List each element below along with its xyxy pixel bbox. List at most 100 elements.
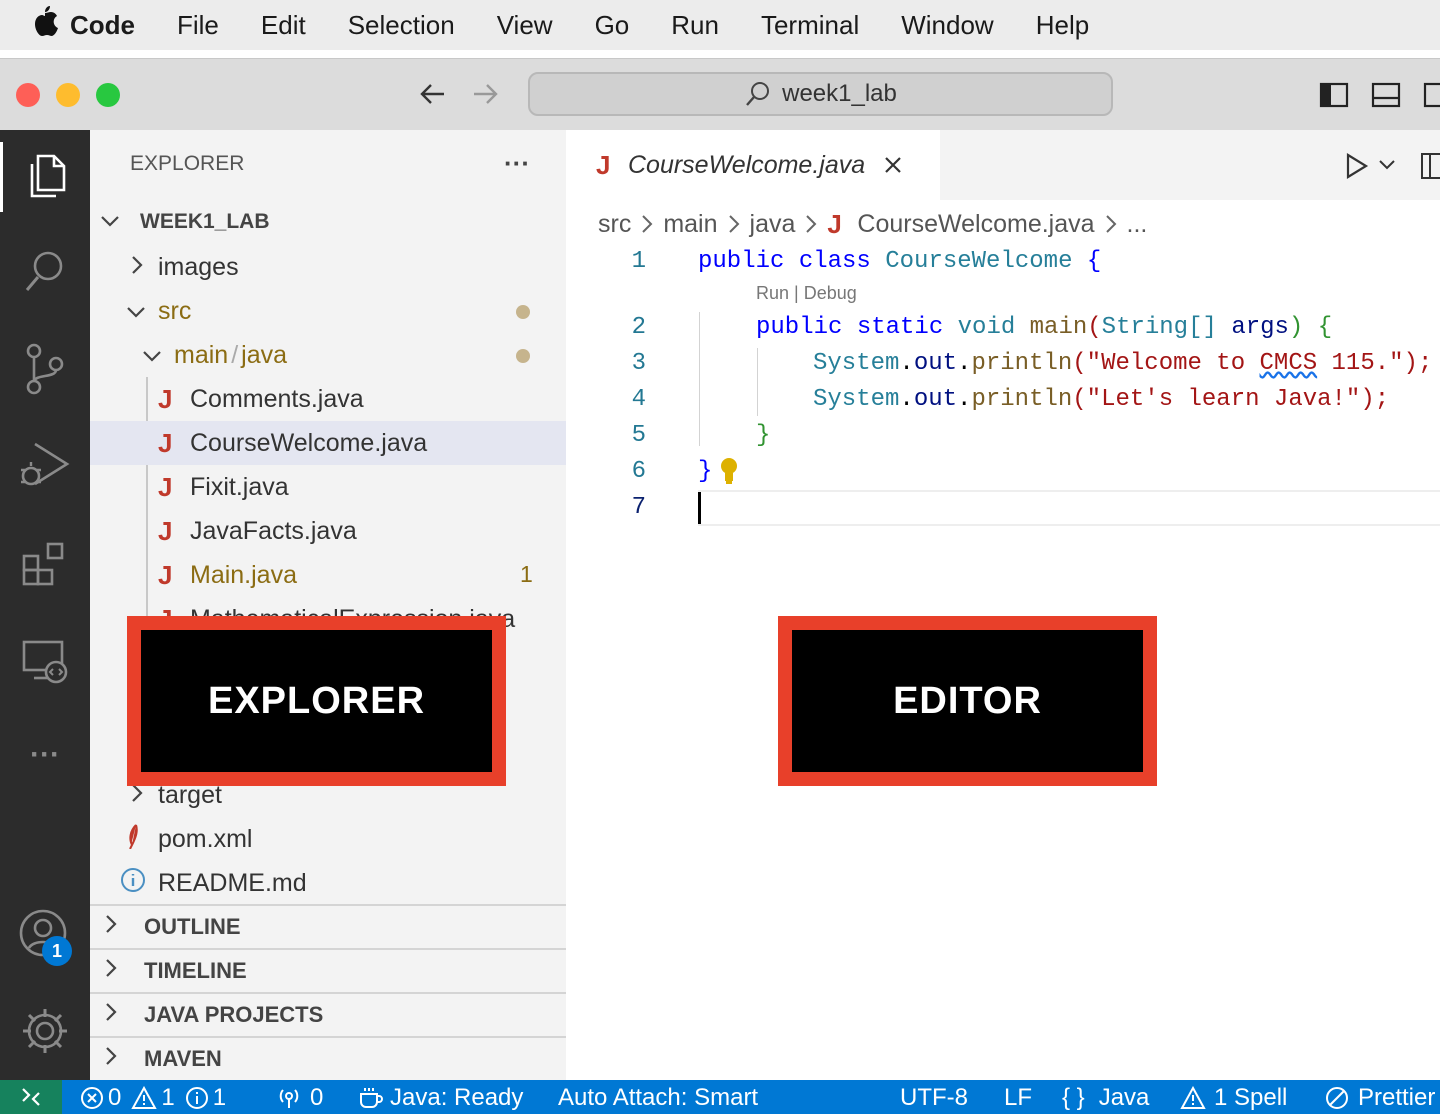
ports-count: 0 bbox=[310, 1084, 324, 1111]
command-center[interactable]: week1_lab bbox=[528, 72, 1113, 116]
more-views-icon[interactable]: ··· bbox=[0, 720, 90, 790]
ports-indicator[interactable]: 0 bbox=[276, 1084, 323, 1112]
remote-explorer-icon[interactable] bbox=[0, 626, 90, 696]
auto-attach-status[interactable]: Auto Attach: Smart bbox=[558, 1084, 758, 1112]
encoding-status[interactable]: UTF-8 bbox=[900, 1084, 968, 1112]
workspace-root[interactable]: WEEK1_LAB bbox=[90, 200, 566, 244]
breadcrumb-file[interactable]: CourseWelcome.java bbox=[857, 210, 1094, 239]
prettier-status[interactable]: Prettier bbox=[1324, 1084, 1435, 1112]
modified-dot bbox=[516, 349, 530, 363]
search-icon[interactable] bbox=[0, 236, 90, 306]
apple-icon[interactable] bbox=[30, 4, 70, 46]
minimize-window-button[interactable] bbox=[56, 83, 80, 107]
path-separator: / bbox=[231, 340, 239, 369]
code-line-3[interactable]: System.out.println("Welcome to CMCS 115.… bbox=[813, 350, 1432, 377]
run-debug-icon[interactable] bbox=[0, 430, 90, 500]
tree-item-readme[interactable]: README.md bbox=[90, 861, 566, 905]
code-line-1[interactable]: public class CourseWelcome { bbox=[698, 248, 1101, 275]
code-line-2[interactable]: public static void main(String[] args) { bbox=[756, 314, 1332, 341]
tree-item-src[interactable]: src bbox=[90, 289, 566, 333]
forward-arrow-icon[interactable] bbox=[470, 79, 500, 114]
java-file-icon: J bbox=[158, 515, 173, 546]
section-label: TIMELINE bbox=[144, 958, 247, 983]
tree-item-coursewelcome[interactable]: J CourseWelcome.java bbox=[90, 421, 566, 465]
settings-gear-icon[interactable] bbox=[0, 996, 90, 1066]
menu-go[interactable]: Go bbox=[595, 10, 630, 41]
tab-coursewelcome[interactable]: J CourseWelcome.java bbox=[566, 130, 940, 200]
tree-item-pom[interactable]: pom.xml bbox=[90, 817, 566, 861]
tree-item-label: Comments.java bbox=[190, 384, 364, 413]
tree-item-label: Fixit.java bbox=[190, 472, 289, 501]
extensions-icon[interactable] bbox=[0, 528, 90, 598]
section-timeline[interactable]: TIMELINE bbox=[90, 948, 566, 992]
section-java-projects[interactable]: JAVA PROJECTS bbox=[90, 992, 566, 1036]
remote-indicator-icon[interactable] bbox=[0, 1080, 62, 1114]
toggle-secondary-sidebar-icon[interactable] bbox=[1422, 79, 1440, 116]
menu-run[interactable]: Run bbox=[671, 10, 719, 41]
chevron-down-icon[interactable] bbox=[1378, 158, 1396, 176]
tree-item-comments[interactable]: J Comments.java bbox=[90, 377, 566, 421]
codelens-run-debug[interactable]: Run | Debug bbox=[756, 283, 857, 304]
language-mode[interactable]: { } Java bbox=[1062, 1084, 1149, 1112]
text-cursor bbox=[698, 492, 701, 524]
close-window-button[interactable] bbox=[16, 83, 40, 107]
breadcrumb-main[interactable]: main bbox=[663, 210, 717, 239]
tree-item-main-java[interactable]: main / java bbox=[90, 333, 566, 377]
braces-icon: { } bbox=[1062, 1084, 1085, 1111]
close-icon[interactable] bbox=[883, 155, 903, 175]
code-line-4[interactable]: System.out.println("Let's learn Java!"); bbox=[813, 386, 1389, 413]
section-label: OUTLINE bbox=[144, 914, 241, 939]
code-line-5[interactable]: } bbox=[756, 422, 770, 449]
menu-help[interactable]: Help bbox=[1036, 10, 1089, 41]
menu-file[interactable]: File bbox=[177, 10, 219, 41]
lightbulb-icon[interactable] bbox=[718, 456, 740, 491]
problems-indicator[interactable]: 0 1 1 bbox=[80, 1084, 226, 1112]
line-number-active: 7 bbox=[631, 494, 646, 521]
explorer-more-icon[interactable]: ··· bbox=[504, 148, 530, 179]
chevron-right-icon bbox=[90, 1002, 144, 1028]
explorer-sidebar: EXPLORER ··· WEEK1_LAB images src main /… bbox=[90, 130, 566, 1080]
titlebar: week1_lab bbox=[0, 58, 1440, 131]
account-badge: 1 bbox=[42, 936, 72, 966]
spelling-underline-token[interactable]: CMCS bbox=[1260, 350, 1318, 377]
toggle-panel-icon[interactable] bbox=[1370, 79, 1402, 116]
spell-check-status[interactable]: 1 Spell bbox=[1180, 1084, 1287, 1112]
eol-status[interactable]: LF bbox=[1004, 1084, 1032, 1112]
split-editor-icon[interactable] bbox=[1420, 152, 1440, 185]
java-status[interactable]: Java: Ready bbox=[358, 1084, 523, 1112]
code-line-6[interactable]: } bbox=[698, 458, 712, 485]
section-outline[interactable]: OUTLINE bbox=[90, 904, 566, 948]
warning-icon bbox=[131, 1086, 158, 1110]
breadcrumb-java[interactable]: java bbox=[750, 210, 796, 239]
chevron-right-icon bbox=[728, 214, 740, 234]
search-icon bbox=[744, 80, 772, 108]
source-control-icon[interactable] bbox=[0, 334, 90, 404]
explorer-files-icon[interactable] bbox=[0, 142, 90, 212]
code-token: System bbox=[813, 386, 900, 413]
back-arrow-icon[interactable] bbox=[418, 79, 448, 114]
tree-item-fixit[interactable]: J Fixit.java bbox=[90, 465, 566, 509]
toggle-sidebar-icon[interactable] bbox=[1318, 79, 1350, 116]
menu-app-name[interactable]: Code bbox=[70, 10, 135, 41]
breadcrumb-symbol[interactable]: ... bbox=[1127, 210, 1148, 239]
breadcrumb-src[interactable]: src bbox=[598, 210, 631, 239]
menu-terminal[interactable]: Terminal bbox=[761, 10, 859, 41]
tree-item-javafacts[interactable]: J JavaFacts.java bbox=[90, 509, 566, 553]
tree-item-label: CourseWelcome.java bbox=[190, 428, 428, 457]
menu-window[interactable]: Window bbox=[901, 10, 993, 41]
editor-callout: EDITOR bbox=[778, 616, 1157, 786]
tree-item-main[interactable]: J Main.java 1 bbox=[90, 553, 566, 597]
menu-edit[interactable]: Edit bbox=[261, 10, 306, 41]
run-play-icon[interactable] bbox=[1344, 152, 1370, 185]
chevron-right-icon bbox=[1105, 214, 1117, 234]
breadcrumb: src main java J CourseWelcome.java ... bbox=[598, 208, 1147, 240]
editor-area: J CourseWelcome.java src main java J Cou… bbox=[566, 130, 1440, 1080]
maximize-window-button[interactable] bbox=[96, 83, 120, 107]
menu-selection[interactable]: Selection bbox=[348, 10, 455, 41]
code-token: . bbox=[957, 386, 972, 413]
tree-item-images[interactable]: images bbox=[90, 245, 566, 289]
section-maven[interactable]: MAVEN bbox=[90, 1036, 566, 1080]
code-token: CourseWelcome bbox=[885, 248, 1073, 275]
menu-view[interactable]: View bbox=[497, 10, 553, 41]
maven-feather-icon bbox=[90, 823, 158, 856]
